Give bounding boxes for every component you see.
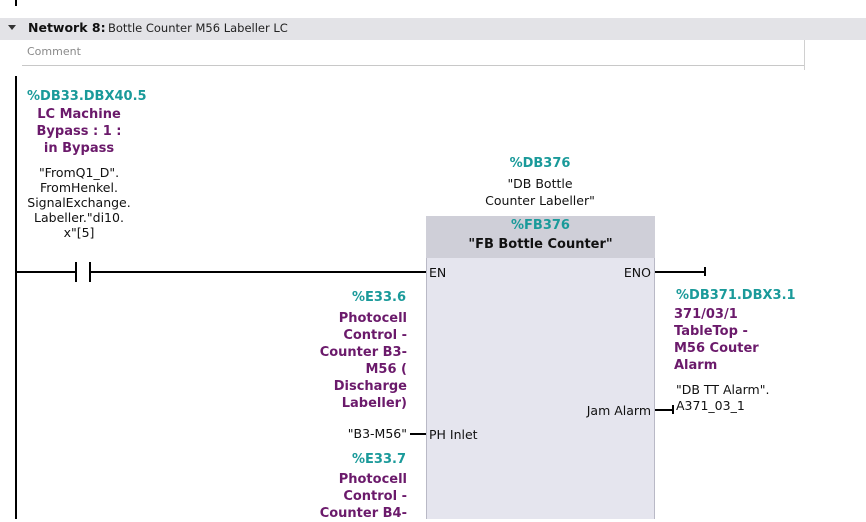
jam-alarm-symbol-line: "DB TT Alarm". — [676, 382, 770, 397]
function-block[interactable] — [426, 216, 655, 519]
jam-alarm-symbol-line: A371_03_1 — [676, 398, 745, 413]
rung-wire-left — [17, 271, 75, 273]
header-separator — [804, 40, 805, 70]
contact-symbol-line: "FromQ1_D". — [38, 165, 120, 180]
eno-output-wire — [655, 271, 705, 273]
instance-symbol-line: Counter Labeller" — [485, 193, 595, 208]
jam-alarm-wire-end — [672, 405, 674, 414]
pin-eno[interactable]: ENO — [590, 265, 651, 280]
contact-name-line: Bypass : 1 : — [36, 124, 122, 139]
jam-alarm-wire — [655, 409, 673, 411]
collapse-arrow-icon[interactable] — [8, 25, 16, 30]
function-block-name: "FB Bottle Counter" — [468, 237, 613, 252]
eno-wire-end — [704, 267, 706, 276]
instance-db-symbol[interactable]: "DB Bottle Counter Labeller" — [465, 175, 615, 209]
contact-symbol-line: Labeller."di10. — [34, 210, 124, 225]
function-block-address: %FB376 — [511, 218, 570, 233]
pin-en[interactable]: EN — [429, 265, 446, 280]
ph-inlet-name-line: Labeller) — [341, 396, 407, 411]
contact-address[interactable]: %DB33.DBX40.5 — [27, 89, 147, 104]
ph-inlet-name-line: M56 ( — [365, 362, 408, 377]
jam-alarm-symbol[interactable]: "DB TT Alarm". A371_03_1 — [676, 382, 796, 414]
ph-inlet-symbol[interactable]: "B3-M56" — [300, 426, 407, 442]
instance-db-address[interactable]: %DB376 — [480, 156, 600, 171]
jam-alarm-name-line: M56 Couter — [674, 341, 759, 356]
pin-ph-inlet[interactable]: PH Inlet — [429, 427, 478, 442]
contact-name-line: LC Machine — [37, 107, 121, 122]
ph-inlet-name-line: Control - — [343, 328, 407, 343]
network-comment-field[interactable] — [22, 42, 804, 66]
top-rail-mark — [15, 0, 17, 6]
rung-wire-to-en — [91, 271, 426, 273]
jam-alarm-name-line: TableTop - — [674, 324, 748, 339]
contact-tag-name[interactable]: LC Machine Bypass : 1 : in Bypass — [20, 106, 138, 157]
jam-alarm-address[interactable]: %DB371.DBX3.1 — [676, 288, 796, 303]
jam-alarm-name-line: Alarm — [674, 358, 718, 373]
next-input-name-line: Control - — [343, 489, 407, 504]
jam-alarm-tag-name[interactable]: 371/03/1 TableTop - M56 Couter Alarm — [674, 306, 794, 374]
no-contact-left-bar[interactable] — [75, 262, 77, 282]
left-power-rail — [15, 76, 17, 519]
next-input-address[interactable]: %E33.7 — [338, 452, 406, 467]
ph-inlet-tag-name[interactable]: Photocell Control - Counter B3- M56 ( Di… — [300, 310, 407, 412]
ph-inlet-name-line: Counter B3- — [319, 345, 407, 360]
pin-jam-alarm[interactable]: Jam Alarm — [560, 403, 651, 418]
network-title: Network 8: — [28, 20, 106, 35]
ph-inlet-name-line: Photocell — [338, 311, 407, 326]
instance-symbol-line: "DB Bottle — [507, 176, 573, 191]
contact-symbol-line: FromHenkel. — [40, 180, 118, 195]
ph-inlet-wire — [410, 433, 426, 435]
ph-inlet-name-line: Discharge — [333, 379, 407, 394]
contact-name-line: in Bypass — [43, 141, 115, 156]
next-input-name-line: Photocell — [338, 472, 407, 487]
ph-inlet-address[interactable]: %E33.6 — [338, 290, 406, 305]
jam-alarm-name-line: 371/03/1 — [674, 307, 738, 322]
contact-symbol[interactable]: "FromQ1_D". FromHenkel. SignalExchange. … — [20, 165, 138, 240]
contact-symbol-line: x"[5] — [63, 225, 95, 240]
network-description[interactable]: Bottle Counter M56 Labeller LC — [108, 21, 288, 35]
next-input-tag-name[interactable]: Photocell Control - Counter B4- — [300, 471, 407, 522]
next-input-name-line: Counter B4- — [319, 506, 407, 521]
contact-symbol-line: SignalExchange. — [27, 195, 131, 210]
comment-placeholder: Comment — [27, 45, 81, 58]
